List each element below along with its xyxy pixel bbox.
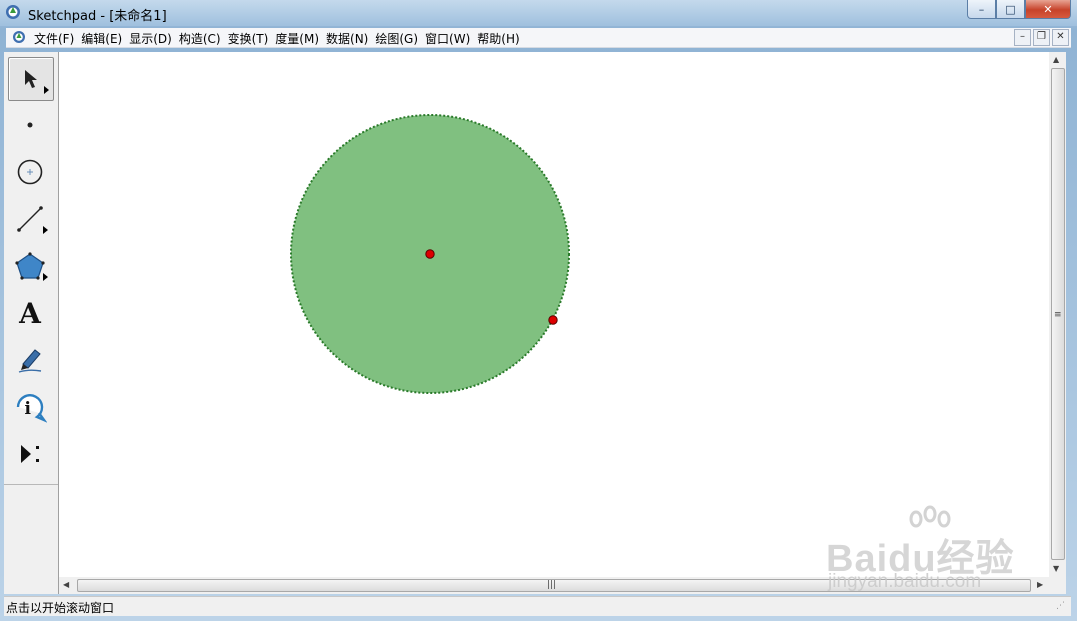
straightedge-tool[interactable] xyxy=(8,198,52,240)
compass-tool-icon xyxy=(17,159,43,185)
grip-icon: ≡ xyxy=(1054,310,1062,320)
polygon-tool-icon xyxy=(15,252,45,280)
scroll-left-arrow-icon[interactable]: ◀ xyxy=(63,580,69,589)
point-tool[interactable] xyxy=(8,104,52,146)
doc-minimize-button[interactable]: – xyxy=(1014,29,1031,46)
toolbox-separator xyxy=(4,484,58,485)
text-tool[interactable]: A xyxy=(8,292,52,334)
sketch-canvas[interactable] xyxy=(59,52,1049,577)
title-bar[interactable]: Sketchpad - [未命名1] – □ ✕ xyxy=(0,0,1077,26)
menu-data[interactable]: 数据(N) xyxy=(326,30,374,47)
document-controls: – ❐ ✕ xyxy=(1014,29,1069,46)
maximize-button[interactable]: □ xyxy=(996,0,1025,19)
toolbox: A i xyxy=(4,52,59,594)
sketchpad-app-icon xyxy=(6,5,20,19)
arrow-tool[interactable] xyxy=(8,57,54,101)
submenu-arrow-icon xyxy=(44,86,49,94)
marker-tool-icon xyxy=(18,349,42,373)
menu-window[interactable]: 窗口(W) xyxy=(425,30,476,47)
center-point[interactable] xyxy=(425,249,435,259)
submenu-arrow-icon xyxy=(43,226,48,234)
scroll-down-arrow-icon[interactable]: ▼ xyxy=(1053,564,1059,573)
point-tool-icon xyxy=(27,122,33,128)
document-icon[interactable] xyxy=(12,30,26,44)
close-button[interactable]: ✕ xyxy=(1025,0,1071,19)
information-tool-icon: i xyxy=(16,394,47,423)
doc-close-button[interactable]: ✕ xyxy=(1052,29,1069,46)
menu-help[interactable]: 帮助(H) xyxy=(477,30,525,47)
window-controls: – □ ✕ xyxy=(967,0,1071,20)
compass-tool[interactable] xyxy=(8,151,52,193)
menu-measure[interactable]: 度量(M) xyxy=(275,30,325,47)
status-text: 点击以开始滚动窗口 xyxy=(6,601,115,615)
text-tool-icon: A xyxy=(19,296,41,330)
application-window: Sketchpad - [未命名1] – □ ✕ 文件(F) 编辑(E) 显示(… xyxy=(0,0,1077,621)
window-title: Sketchpad - [未命名1] xyxy=(28,9,167,24)
menu-file[interactable]: 文件(F) xyxy=(34,30,80,47)
menu-edit[interactable]: 编辑(E) xyxy=(81,30,128,47)
doc-restore-button[interactable]: ❐ xyxy=(1033,29,1050,46)
menu-items: 文件(F) 编辑(E) 显示(D) 构造(C) 变换(T) 度量(M) 数据(N… xyxy=(34,30,527,47)
grip-icon: ||| xyxy=(547,580,557,590)
menu-transform[interactable]: 变换(T) xyxy=(228,30,275,47)
status-bar: 点击以开始滚动窗口 ⋰ xyxy=(4,596,1071,616)
resize-grip-icon[interactable]: ⋰ xyxy=(1056,601,1065,611)
polygon-tool[interactable] xyxy=(8,245,52,287)
submenu-arrow-icon xyxy=(43,273,48,281)
custom-tool-icon xyxy=(21,445,39,463)
sketch-drawing[interactable] xyxy=(59,52,1049,577)
radius-point[interactable] xyxy=(548,315,558,325)
scrollbar-corner xyxy=(1049,577,1066,594)
straightedge-tool-icon xyxy=(17,206,43,232)
menu-display[interactable]: 显示(D) xyxy=(129,30,178,47)
horizontal-scrollbar[interactable]: ◀ ||| ▶ xyxy=(59,577,1049,594)
minimize-button[interactable]: – xyxy=(967,0,996,19)
vertical-scrollbar[interactable]: ▲ ≡ ▼ xyxy=(1049,52,1066,577)
information-tool[interactable]: i xyxy=(8,386,52,428)
arrow-tool-icon xyxy=(25,70,37,88)
custom-tool[interactable] xyxy=(8,433,52,475)
scroll-right-arrow-icon[interactable]: ▶ xyxy=(1037,580,1043,589)
svg-text:i: i xyxy=(25,399,32,419)
marker-tool[interactable] xyxy=(8,339,52,381)
menu-graph[interactable]: 绘图(G) xyxy=(375,30,424,47)
scroll-up-arrow-icon[interactable]: ▲ xyxy=(1053,55,1059,64)
menu-bar: 文件(F) 编辑(E) 显示(D) 构造(C) 变换(T) 度量(M) 数据(N… xyxy=(6,28,1071,48)
menu-construct[interactable]: 构造(C) xyxy=(179,30,227,47)
